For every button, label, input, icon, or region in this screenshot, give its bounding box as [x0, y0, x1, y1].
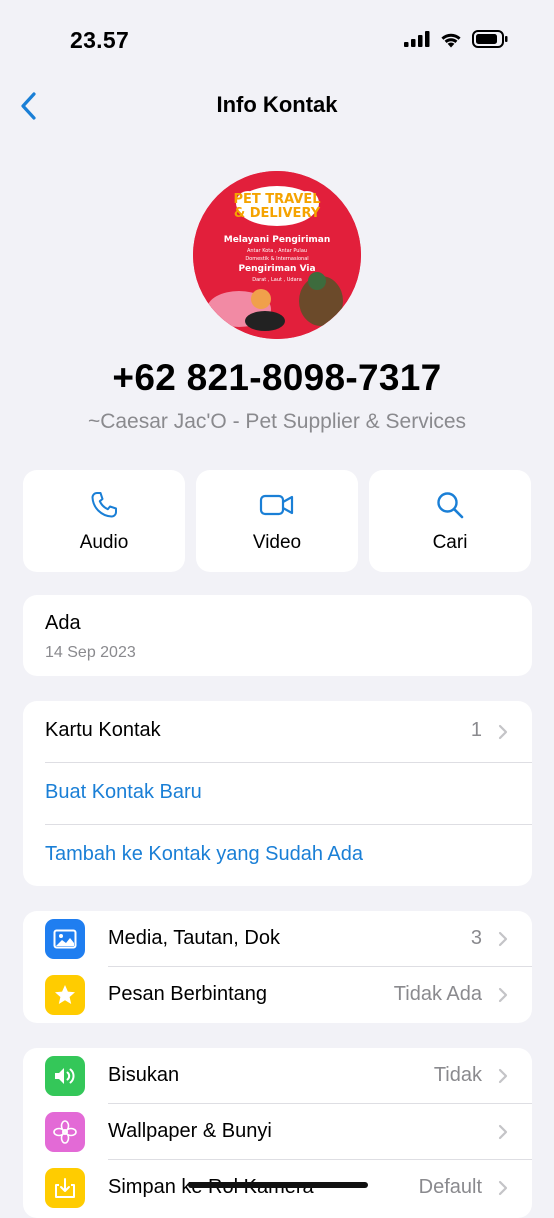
status-bar: 23.57 — [0, 0, 554, 80]
contact-card-label: Kartu Kontak — [45, 719, 161, 741]
search-label: Cari — [432, 532, 468, 553]
page-title: Info Kontak — [216, 92, 338, 117]
photo-icon — [45, 919, 85, 959]
contact-card-count: 1 — [470, 719, 482, 741]
search-icon — [369, 490, 531, 522]
download-icon — [45, 1168, 85, 1208]
chevron-right-icon — [498, 1068, 508, 1089]
mute-value: Tidak — [433, 1064, 482, 1086]
new-contact-row[interactable]: Buat Kontak Baru — [23, 763, 532, 825]
mute-row[interactable]: Bisukan Tidak — [23, 1048, 532, 1104]
avatar-heading: PET TRAVEL & DELIVERY — [233, 192, 321, 221]
avatar-line-5: Darat , Laut , Udara — [252, 277, 302, 283]
chevron-right-icon — [498, 1124, 508, 1145]
add-existing-contact-row[interactable]: Tambah ke Kontak yang Sudah Ada — [23, 825, 532, 886]
home-indicator[interactable] — [188, 1182, 368, 1188]
contact-phone-number: +62 821-8098-7317 — [112, 357, 442, 398]
media-row[interactable]: Media, Tautan, Dok 3 — [23, 911, 532, 967]
save-to-camera-roll-value: Default — [418, 1176, 482, 1198]
cellular-signal-icon — [404, 31, 430, 52]
status-icons — [404, 30, 508, 53]
chevron-right-icon — [498, 724, 508, 745]
settings-section: Bisukan Tidak Wallpaper & Bunyi Simpan D… — [23, 1048, 532, 1218]
starred-messages-label: Pesan Berbintang — [108, 983, 268, 1005]
add-existing-contact-link: Tambah ke Kontak yang Sudah Ada — [45, 843, 364, 865]
video-call-button[interactable]: Video — [196, 470, 358, 572]
chevron-right-icon — [498, 987, 508, 1008]
flower-icon — [45, 1112, 85, 1152]
star-icon — [45, 975, 85, 1015]
status-time: 23.57 — [70, 27, 130, 53]
video-call-label: Video — [252, 532, 302, 553]
contact-card: Kartu Kontak 1 Buat Kontak Baru Tambah k… — [23, 701, 532, 886]
audio-call-button[interactable]: Audio — [23, 470, 185, 572]
about-card: Ada 14 Sep 2023 — [23, 595, 532, 676]
starred-messages-value: Tidak Ada — [393, 983, 482, 1005]
avatar-line-3: Domestik & Internasional — [245, 256, 309, 262]
media-label: Media, Tautan, Dok — [108, 927, 280, 949]
search-button[interactable]: Cari — [369, 470, 531, 572]
new-contact-link: Buat Kontak Baru — [45, 781, 202, 803]
about-date: 14 Sep 2023 — [45, 644, 136, 661]
phone-icon — [23, 490, 185, 522]
wallpaper-sound-label: Wallpaper & Bunyi — [108, 1120, 272, 1142]
media-section: Media, Tautan, Dok 3 Pesan Berbintang Ti… — [23, 911, 532, 1023]
speaker-icon — [45, 1056, 85, 1096]
avatar-line-4: Pengiriman Via — [238, 264, 316, 274]
battery-icon — [472, 30, 508, 53]
starred-messages-row[interactable]: Pesan Berbintang Tidak Ada — [23, 967, 532, 1023]
contact-pushname: ~Caesar Jac'O - Pet Supplier & Services — [87, 410, 467, 433]
avatar-line-1: Melayani Pengiriman — [223, 235, 331, 245]
wifi-icon — [439, 31, 463, 53]
chevron-right-icon — [498, 1180, 508, 1201]
media-count: 3 — [470, 927, 482, 949]
audio-call-label: Audio — [79, 532, 129, 553]
avatar-line-2: Antar Kota , Antar Pulau — [246, 248, 308, 254]
chevron-right-icon — [498, 931, 508, 952]
save-to-camera-roll-row[interactable]: Simpan ke Rol Kamera Default — [23, 1160, 532, 1216]
avatar[interactable]: PET TRAVEL & DELIVERY Melayani Pengirima… — [193, 171, 361, 339]
wallpaper-sound-row[interactable]: Wallpaper & Bunyi — [23, 1104, 532, 1160]
action-buttons: Audio Video Cari — [23, 470, 533, 572]
mute-label: Bisukan — [108, 1064, 180, 1086]
about-status: Ada — [45, 612, 81, 634]
contact-card-row[interactable]: Kartu Kontak 1 — [23, 701, 532, 763]
video-camera-icon — [196, 490, 358, 522]
